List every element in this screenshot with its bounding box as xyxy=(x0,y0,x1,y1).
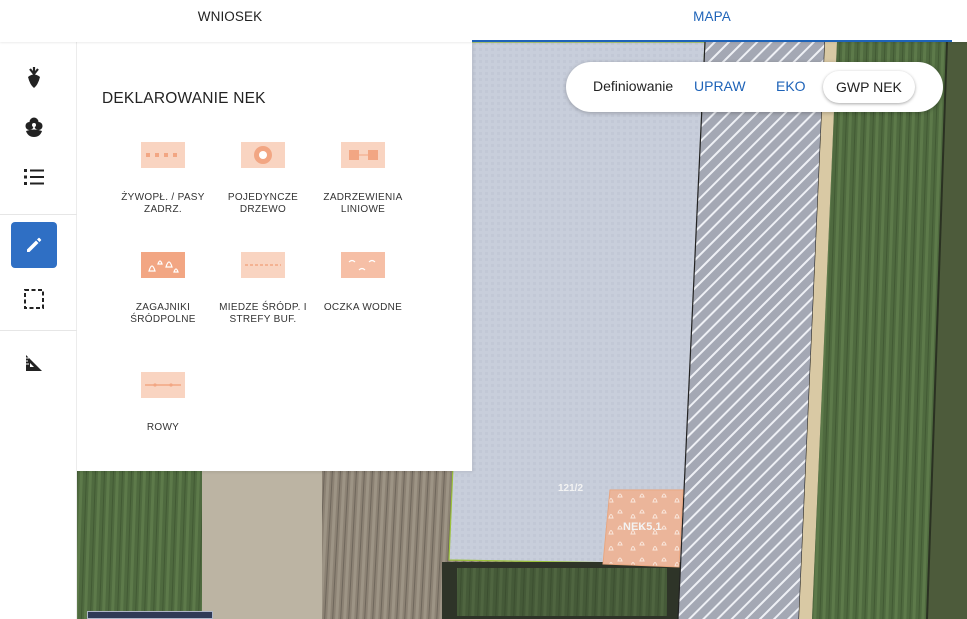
tab-mapa[interactable]: MAPA xyxy=(472,0,952,42)
nek-item-single-tree[interactable]: POJEDYNCZE DRZEWO xyxy=(211,142,315,216)
nek-item-label: ROWY xyxy=(146,422,180,433)
toggle-option-eko[interactable]: EKO xyxy=(776,78,806,94)
nek-item-hedgerow[interactable]: ŻYWOPŁ. / PASY ZADRZ. xyxy=(111,142,215,216)
rail-divider xyxy=(0,330,77,331)
toggle-option-gwp-nek[interactable]: GWP NEK xyxy=(823,71,915,103)
tree-line-icon xyxy=(341,142,385,168)
definition-toggle: Definiowanie UPRAW EKO GWP NEK xyxy=(566,62,943,112)
nek-item-pond[interactable]: OCZKA WODNE xyxy=(311,252,415,314)
tool-rail xyxy=(0,42,77,619)
beet-icon xyxy=(28,67,40,88)
nek-item-label: POJEDYNCZE DRZEWO xyxy=(227,192,299,215)
nek-item-label: MIEDZE ŚRÓDP. I STREFY BUF. xyxy=(219,302,307,325)
nek-item-label: OCZKA WODNE xyxy=(323,302,403,313)
select-area-button[interactable] xyxy=(11,276,57,322)
grove-icon xyxy=(141,252,185,278)
ditch-icon xyxy=(141,372,185,398)
flower-button[interactable] xyxy=(11,104,57,150)
nek-item-label: ZAGAJNIKI ŚRÓDPOLNE xyxy=(130,302,196,325)
nek-label: NEK5.1 xyxy=(623,521,662,533)
single-tree-icon xyxy=(241,142,285,168)
nek-item-tree-line[interactable]: ZADRZEWIENIA LINIOWE xyxy=(311,142,415,216)
nek-item-balk[interactable]: MIEDZE ŚRÓDP. I STREFY BUF. xyxy=(211,252,315,326)
nek-item-ditch[interactable]: ROWY xyxy=(111,372,215,434)
list-button[interactable] xyxy=(11,154,57,200)
draw-button[interactable] xyxy=(11,222,57,268)
parcel-label: 121/2 xyxy=(558,483,584,494)
nek-item-label: ZADRZEWIENIA LINIOWE xyxy=(323,192,403,215)
nek-item-grove[interactable]: ZAGAJNIKI ŚRÓDPOLNE xyxy=(111,252,215,326)
pond-icon xyxy=(341,252,385,278)
pencil-icon xyxy=(27,237,42,252)
nek-declaration-panel: DEKLAROWANIE NEK ŻYWOPŁ. / PASY ZADRZ. P… xyxy=(77,42,472,471)
list-icon xyxy=(24,169,44,185)
balk-icon xyxy=(241,252,285,278)
panel-title: DEKLAROWANIE NEK xyxy=(102,90,266,107)
tab-mapa-indicator xyxy=(472,40,952,42)
measure-button[interactable] xyxy=(11,340,57,386)
select-area-icon xyxy=(24,289,44,309)
hedgerow-icon xyxy=(141,142,185,168)
map-scale-bar xyxy=(87,611,213,619)
toggle-option-upraw[interactable]: UPRAW xyxy=(694,78,746,94)
flower-icon xyxy=(25,117,43,137)
definition-label: Definiowanie xyxy=(593,78,674,94)
nek-item-label: ŻYWOPŁ. / PASY ZADRZ. xyxy=(121,192,205,215)
beet-button[interactable] xyxy=(11,54,57,100)
tab-wniosek[interactable]: WNIOSEK xyxy=(100,0,360,42)
rail-divider xyxy=(0,214,77,215)
ruler-triangle-icon xyxy=(26,355,42,371)
top-tabs: WNIOSEK MAPA xyxy=(0,0,967,42)
